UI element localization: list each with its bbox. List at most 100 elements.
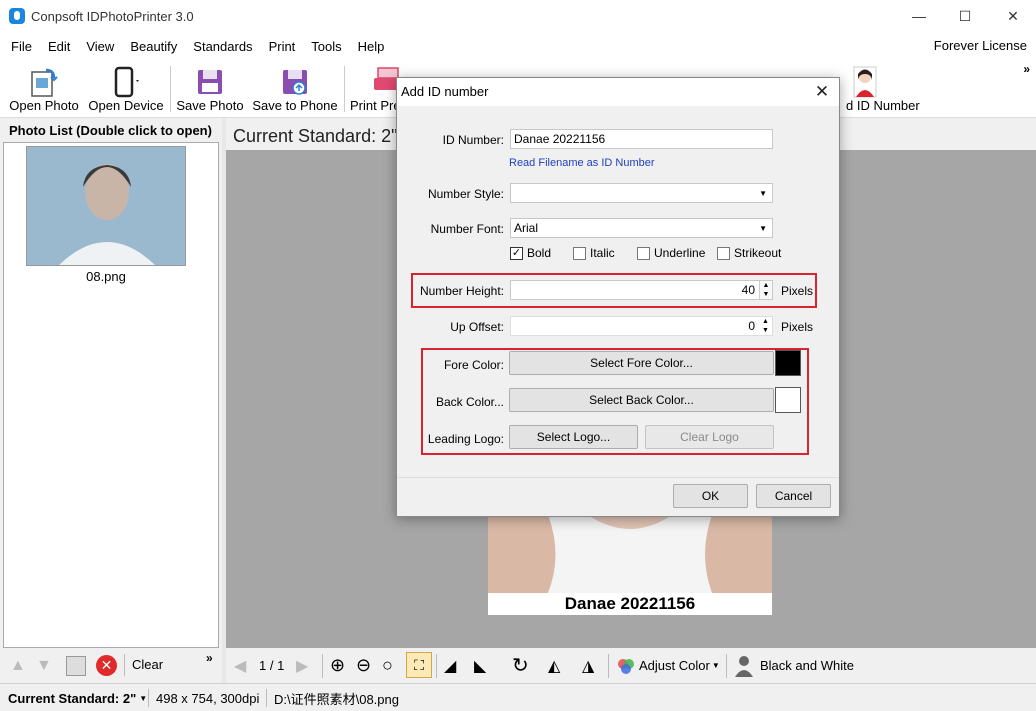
menu-view[interactable]: View <box>78 39 122 54</box>
id-number-input[interactable]: Danae 20221156 <box>510 129 773 149</box>
chevron-down-icon: ▼ <box>139 693 148 703</box>
underline-checkbox-box <box>637 246 650 260</box>
license-label: Forever License <box>933 38 1027 53</box>
menu-help[interactable]: Help <box>350 39 393 54</box>
number-height-label: Number Height: <box>419 284 504 298</box>
back-color-swatch[interactable] <box>775 387 801 413</box>
zoom-out-icon[interactable]: ⊖ <box>356 648 371 683</box>
save-to-phone-icon <box>283 70 307 95</box>
chevron-down-icon: ▼ <box>759 224 767 233</box>
add-id-number-dialog: Add ID number ✕ ID Number: Danae 2022115… <box>396 77 840 517</box>
select-fore-color-button[interactable]: Select Fore Color... <box>509 351 774 375</box>
clear-logo-button[interactable]: Clear Logo <box>645 425 774 449</box>
menu-standards[interactable]: Standards <box>185 39 260 54</box>
menu-tools[interactable]: Tools <box>303 39 349 54</box>
black-and-white-button[interactable]: Black and White <box>734 648 854 683</box>
refresh-icon[interactable]: ↻ <box>512 648 529 683</box>
chevron-down-icon: ▼ <box>711 661 720 670</box>
zoom-fit-icon[interactable]: ○ <box>382 648 393 683</box>
menu-bar: File Edit View Beautify Standards Print … <box>0 32 1036 60</box>
maximize-button[interactable]: ☐ <box>942 0 988 32</box>
dialog-close-icon[interactable]: ✕ <box>811 81 833 103</box>
number-style-select[interactable]: ▼ <box>510 183 773 203</box>
bold-checkbox-box: ✓ <box>510 246 523 260</box>
clear-button[interactable]: Clear <box>132 657 163 672</box>
menu-edit[interactable]: Edit <box>40 39 78 54</box>
move-up-icon[interactable]: ▲ <box>10 657 26 675</box>
strikeout-checkbox-box <box>717 246 730 260</box>
status-bar: Current Standard: 2" ▼ 498 x 754, 300dpi… <box>0 683 1036 711</box>
page-indicator: 1 / 1 <box>259 658 285 673</box>
adjust-color-button[interactable]: Adjust Color ▼ <box>616 648 720 683</box>
photo-list-heading: Photo List (Double click to open) <box>9 123 212 138</box>
fore-color-swatch[interactable] <box>775 350 801 376</box>
portrait-image <box>27 147 185 265</box>
close-button[interactable]: ✕ <box>990 0 1036 32</box>
fore-color-label: Fore Color: <box>443 358 504 372</box>
menu-print[interactable]: Print <box>261 39 304 54</box>
menu-beautify[interactable]: Beautify <box>122 39 185 54</box>
title-bar: Conpsoft IDPhotoPrinter 3.0 — ☐ ✕ <box>0 0 1036 32</box>
minimize-button[interactable]: — <box>896 0 942 32</box>
photo-list[interactable]: 08.png <box>3 142 219 648</box>
phone-icon <box>114 66 139 98</box>
print-preview-button[interactable]: Print Pre <box>350 64 402 116</box>
status-standard[interactable]: Current Standard: 2" ▼ <box>8 684 147 711</box>
open-device-button[interactable]: Open Device <box>86 64 166 116</box>
photo-list-panel: Photo List (Double click to open) 08.png… <box>0 118 222 683</box>
bold-checkbox[interactable]: ✓ Bold <box>510 246 551 260</box>
window-title: Conpsoft IDPhotoPrinter 3.0 <box>31 8 194 24</box>
select-back-color-button[interactable]: Select Back Color... <box>509 388 774 412</box>
photo-filename: 08.png <box>86 269 126 284</box>
number-height-unit: Pixels <box>781 284 814 298</box>
delete-icon[interactable]: ✕ <box>96 655 117 676</box>
status-path: D:\证件照素材\08.png <box>274 691 399 707</box>
number-font-select[interactable]: Arial ▼ <box>510 218 773 238</box>
canvas-toolbar: ◀ 1 / 1 ▶ ⊕ ⊖ ○ ⛶ ◢ ◣ ↻ ◭ ◮ Adjust Color… <box>226 648 1036 683</box>
open-photo-icon <box>31 68 58 97</box>
up-offset-input[interactable]: 0 ▲ ▼ <box>510 316 773 336</box>
up-offset-spinner[interactable]: ▲ ▼ <box>759 317 772 335</box>
back-color-label: Back Color... <box>435 395 504 409</box>
preview-photo: Danae 20221156 <box>488 515 772 615</box>
full-screen-icon[interactable]: ⛶ <box>406 652 432 678</box>
prev-page-icon[interactable]: ◀ <box>234 648 246 683</box>
italic-checkbox-box <box>573 246 586 260</box>
add-id-number-button[interactable]: d ID Number <box>846 64 920 116</box>
remove-photo-icon[interactable] <box>66 656 86 676</box>
zoom-in-icon[interactable]: ⊕ <box>330 648 345 683</box>
strikeout-checkbox[interactable]: Strikeout <box>717 246 781 260</box>
save-to-phone-button[interactable]: Save to Phone <box>252 64 338 116</box>
list-overflow[interactable]: » <box>206 651 213 665</box>
number-height-spinner[interactable]: ▲ ▼ <box>759 281 772 299</box>
next-page-icon[interactable]: ▶ <box>296 648 308 683</box>
id-photo-icon <box>853 66 877 98</box>
photo-list-toolbar: ▲ ▼ ✕ Clear » <box>0 648 222 683</box>
leading-logo-label: Leading Logo: <box>427 432 504 446</box>
rotate-left-icon[interactable]: ◢ <box>444 648 456 683</box>
number-font-label: Number Font: <box>430 222 504 236</box>
open-photo-button[interactable]: Open Photo <box>8 64 80 116</box>
number-height-input[interactable]: 40 ▲ ▼ <box>510 280 773 300</box>
up-offset-label: Up Offset: <box>450 320 504 334</box>
menu-file[interactable]: File <box>3 39 40 54</box>
select-logo-button[interactable]: Select Logo... <box>509 425 638 449</box>
rotate-right-icon[interactable]: ◣ <box>474 648 486 683</box>
photo-id-caption: Danae 20221156 <box>488 593 772 615</box>
photo-thumbnail[interactable] <box>26 146 186 266</box>
dialog-title: Add ID number <box>397 78 839 106</box>
save-icon <box>198 70 222 94</box>
flip-horizontal-icon[interactable]: ◭ <box>548 648 560 683</box>
status-dimensions: 498 x 754, 300dpi <box>156 690 260 706</box>
underline-checkbox[interactable]: Underline <box>637 246 705 260</box>
save-photo-button[interactable]: Save Photo <box>176 64 244 116</box>
toolbar-overflow[interactable]: » <box>1023 62 1030 76</box>
cancel-button[interactable]: Cancel <box>756 484 831 508</box>
flip-vertical-icon[interactable]: ◮ <box>582 648 594 683</box>
italic-checkbox[interactable]: Italic <box>573 246 615 260</box>
app-icon <box>9 8 25 24</box>
read-filename-link[interactable]: Read Filename as ID Number <box>509 157 655 169</box>
move-down-icon[interactable]: ▼ <box>36 657 52 675</box>
ok-button[interactable]: OK <box>673 484 748 508</box>
up-offset-unit: Pixels <box>781 320 814 334</box>
